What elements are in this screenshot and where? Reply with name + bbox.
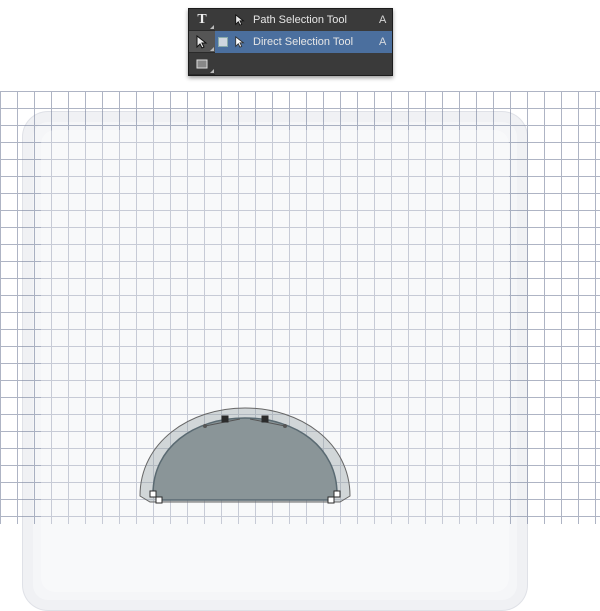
canvas[interactable]: [0, 91, 600, 524]
path-selection-icon: [195, 35, 209, 49]
flyout-item-path-selection[interactable]: Path Selection Tool A: [215, 9, 392, 31]
handle-point[interactable]: [203, 424, 207, 428]
flyout-item-shortcut: A: [379, 14, 386, 26]
tool-panel: T Path Selection Tool A: [188, 8, 393, 76]
flyout-item-shortcut: A: [379, 36, 386, 48]
flyout-item-direct-selection[interactable]: Direct Selection Tool A: [215, 31, 392, 53]
vector-shape[interactable]: [145, 412, 345, 512]
flyout-active-indicator: [219, 16, 227, 24]
tool-column: T: [189, 9, 215, 75]
rectangle-tool-icon: [195, 57, 209, 71]
anchor-point[interactable]: [328, 497, 334, 503]
path-selection-tool-slot[interactable]: [189, 31, 215, 53]
tool-flyout-menu: Path Selection Tool A Direct Selection T…: [215, 9, 392, 75]
rectangle-tool-slot[interactable]: [189, 53, 215, 75]
flyout-indicator-icon: [210, 69, 214, 73]
flyout-indicator-icon: [210, 47, 214, 51]
type-tool-icon: T: [197, 13, 206, 27]
flyout-indicator-icon: [210, 25, 214, 29]
flyout-active-indicator: [219, 38, 227, 46]
flyout-item-label: Direct Selection Tool: [253, 36, 373, 48]
artboard: [22, 111, 528, 611]
anchor-point-selected[interactable]: [222, 416, 228, 422]
anchor-point-selected[interactable]: [262, 416, 268, 422]
anchor-point[interactable]: [334, 491, 340, 497]
artboard-inner: [41, 130, 509, 592]
arrow-black-icon: [233, 13, 247, 27]
type-tool-slot[interactable]: T: [189, 9, 215, 31]
arrow-white-icon: [233, 35, 247, 49]
anchor-point[interactable]: [150, 491, 156, 497]
handle-point[interactable]: [283, 424, 287, 428]
anchor-point[interactable]: [156, 497, 162, 503]
flyout-item-label: Path Selection Tool: [253, 14, 373, 26]
